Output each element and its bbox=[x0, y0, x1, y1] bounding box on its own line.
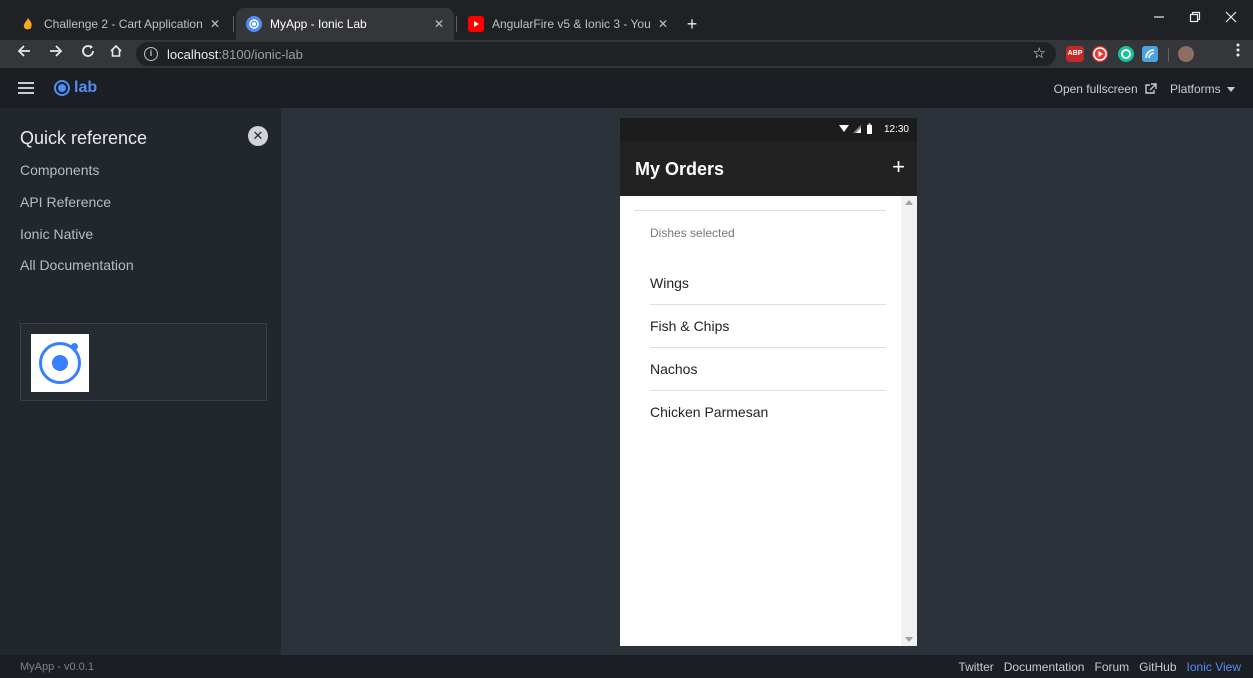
lab-logo-text: lab bbox=[74, 79, 98, 96]
device-frame: 12:30 My Orders + Dishes selected Wings … bbox=[620, 118, 917, 646]
profile-avatar-icon[interactable] bbox=[1178, 46, 1194, 62]
quick-reference-sidebar: Quick reference ✕ Components API Referen… bbox=[0, 108, 281, 655]
minimize-icon[interactable] bbox=[1142, 6, 1176, 30]
list-header: Dishes selected bbox=[650, 226, 735, 240]
app-toolbar: My Orders + bbox=[620, 142, 917, 196]
site-info-icon[interactable]: i bbox=[144, 47, 158, 61]
sidebar-link-all-documentation[interactable]: All Documentation bbox=[20, 257, 134, 273]
preview-stage: 12:30 My Orders + Dishes selected Wings … bbox=[281, 108, 1253, 655]
device-scrollbar[interactable] bbox=[901, 196, 917, 646]
tab-myapp[interactable]: MyApp - Ionic Lab ✕ bbox=[236, 8, 454, 40]
sidebar-link-ionic-native[interactable]: Ionic Native bbox=[20, 226, 93, 242]
list-item[interactable]: Wings bbox=[650, 262, 886, 305]
url-host: localhost bbox=[167, 47, 219, 62]
tab-title: MyApp - Ionic Lab bbox=[270, 17, 367, 31]
external-link-icon bbox=[1145, 83, 1157, 94]
restore-icon[interactable] bbox=[1178, 6, 1212, 30]
sidebar-title: Quick reference bbox=[20, 128, 148, 148]
tab-title: Challenge 2 - Cart Application - bbox=[44, 17, 202, 31]
wifi-signal-battery-icon bbox=[839, 123, 872, 134]
list-item[interactable]: Chicken Parmesan bbox=[650, 391, 886, 434]
platforms-dropdown[interactable]: Platforms bbox=[1170, 82, 1235, 96]
status-time: 12:30 bbox=[883, 124, 909, 135]
footer-links: Twitter Documentation Forum GitHub Ionic… bbox=[958, 660, 1241, 674]
orders-list: Dishes selected Wings Fish & Chips Nacho… bbox=[620, 196, 901, 646]
toolbar-divider bbox=[1168, 48, 1169, 62]
tab-strip: Challenge 2 - Cart Application - ✕ MyApp… bbox=[0, 0, 1253, 40]
tab-separator bbox=[456, 16, 457, 32]
new-tab-button[interactable]: + bbox=[682, 14, 702, 34]
add-order-button[interactable]: + bbox=[892, 154, 905, 180]
open-fullscreen-label: Open fullscreen bbox=[1053, 82, 1138, 96]
tab-separator bbox=[233, 16, 234, 32]
chevron-down-icon bbox=[1227, 87, 1235, 92]
url-path: :8100/ionic-lab bbox=[218, 47, 303, 62]
bookmark-star-icon[interactable]: ☆ bbox=[1033, 44, 1046, 62]
sidebar-link-components[interactable]: Components bbox=[20, 162, 99, 178]
list-item[interactable]: Fish & Chips bbox=[650, 305, 886, 348]
ionic-logo-icon bbox=[54, 80, 70, 96]
lab-header: lab Open fullscreen Platforms bbox=[0, 68, 1253, 108]
footer-link-forum[interactable]: Forum bbox=[1094, 660, 1129, 674]
adblock-extension-icon[interactable]: ABP bbox=[1066, 46, 1084, 62]
platforms-label: Platforms bbox=[1169, 82, 1221, 96]
play-extension-icon[interactable] bbox=[1092, 46, 1108, 62]
device-status-bar: 12:30 bbox=[620, 118, 917, 142]
address-bar[interactable]: i localhost:8100/ionic-lab ☆ bbox=[136, 42, 1056, 66]
footer-link-twitter[interactable]: Twitter bbox=[958, 660, 993, 674]
tab-youtube[interactable]: AngularFire v5 & Ionic 3 - YouTu ✕ bbox=[458, 8, 678, 40]
footer-link-documentation[interactable]: Documentation bbox=[1004, 660, 1085, 674]
ionic-promo-logo-icon bbox=[31, 334, 89, 392]
tab-close-icon[interactable]: ✕ bbox=[210, 17, 220, 31]
scroll-up-icon[interactable] bbox=[905, 200, 913, 205]
reload-icon[interactable] bbox=[76, 42, 100, 66]
footer-link-ionic-view[interactable]: Ionic View bbox=[1187, 660, 1241, 674]
list-divider bbox=[634, 210, 886, 211]
tab-close-icon[interactable]: ✕ bbox=[434, 17, 444, 31]
back-arrow-icon[interactable] bbox=[12, 42, 36, 66]
tab-favicon-icon bbox=[20, 16, 36, 32]
close-window-icon[interactable] bbox=[1214, 6, 1248, 30]
menu-kebab-icon[interactable] bbox=[1226, 42, 1250, 66]
youtube-favicon-icon bbox=[468, 16, 484, 32]
tab-challenge[interactable]: Challenge 2 - Cart Application - ✕ bbox=[10, 8, 230, 40]
status-icons bbox=[839, 123, 873, 138]
app-title: My Orders bbox=[635, 159, 725, 179]
forward-arrow-icon[interactable] bbox=[44, 42, 68, 66]
sidebar-link-api-reference[interactable]: API Reference bbox=[20, 194, 111, 210]
close-sidebar-icon[interactable]: ✕ bbox=[248, 126, 268, 146]
footer-link-github[interactable]: GitHub bbox=[1139, 660, 1176, 674]
open-fullscreen-link[interactable]: Open fullscreen bbox=[1054, 82, 1157, 96]
grammarly-extension-icon[interactable] bbox=[1118, 46, 1134, 62]
scroll-down-icon[interactable] bbox=[905, 637, 913, 642]
home-icon[interactable] bbox=[104, 42, 128, 66]
hamburger-menu-icon[interactable] bbox=[18, 82, 34, 94]
url-text: localhost:8100/ionic-lab bbox=[167, 47, 303, 62]
tab-close-icon[interactable]: ✕ bbox=[658, 17, 668, 31]
cast-extension-icon[interactable] bbox=[1142, 46, 1158, 62]
lab-footer: MyApp - v0.0.1 Twitter Documentation For… bbox=[0, 655, 1253, 678]
tab-title: AngularFire v5 & Ionic 3 - YouTu bbox=[492, 17, 650, 31]
browser-toolbar: i localhost:8100/ionic-lab ☆ ABP bbox=[0, 40, 1253, 68]
list-item[interactable]: Nachos bbox=[650, 348, 886, 391]
browser-window: Challenge 2 - Cart Application - ✕ MyApp… bbox=[0, 0, 1253, 678]
promo-card[interactable] bbox=[20, 323, 267, 401]
ionic-favicon-icon bbox=[246, 16, 262, 32]
app-version: MyApp - v0.0.1 bbox=[20, 661, 94, 673]
